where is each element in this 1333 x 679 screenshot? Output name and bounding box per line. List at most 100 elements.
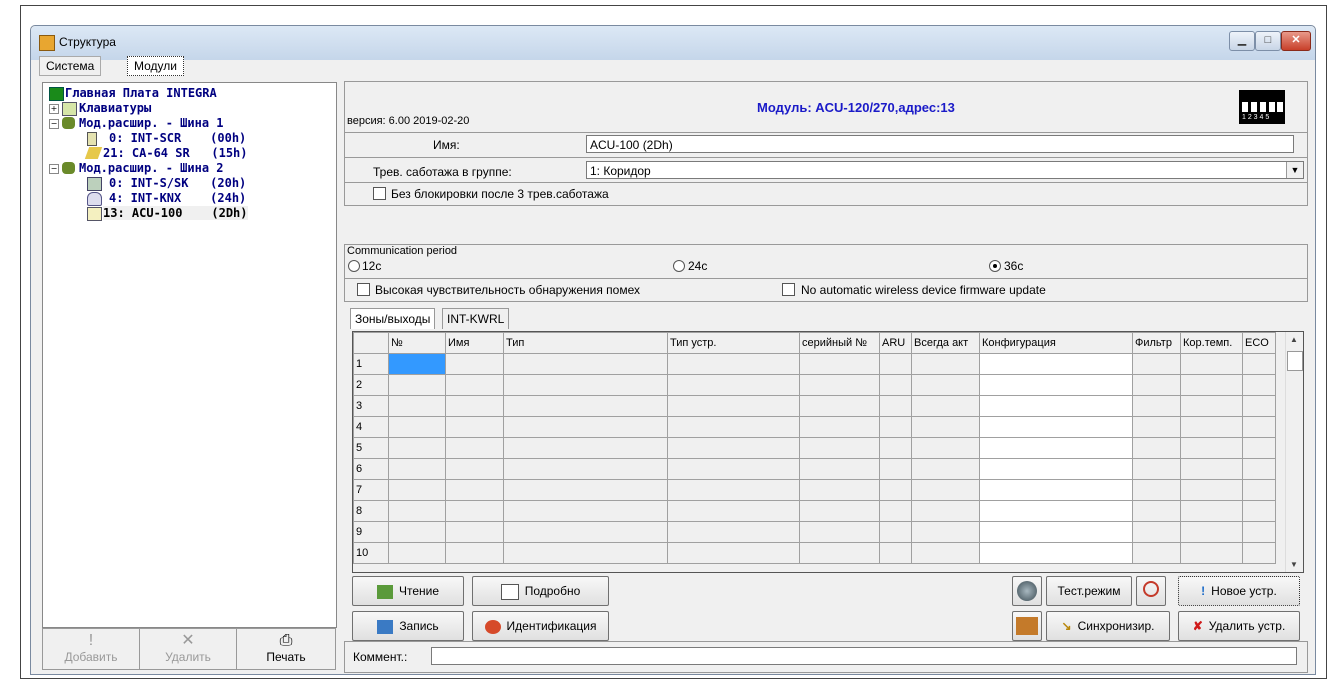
- col-header-eco[interactable]: ECO: [1242, 332, 1276, 354]
- grid-cell[interactable]: [388, 437, 446, 459]
- grid-cell[interactable]: [667, 395, 800, 417]
- grid-cell[interactable]: [503, 395, 668, 417]
- no-fw-update-checkbox[interactable]: [782, 283, 795, 296]
- grid-cell[interactable]: [667, 542, 800, 564]
- grid-cell[interactable]: [1132, 374, 1181, 396]
- grid-cell[interactable]: [799, 479, 880, 501]
- grid-cell[interactable]: [979, 416, 1133, 438]
- grid-cell[interactable]: [911, 395, 980, 417]
- grid-cell[interactable]: [667, 353, 800, 375]
- tree-node-ca64-sr[interactable]: 21: CA-64 SR (15h): [103, 146, 248, 160]
- table-row[interactable]: 8: [353, 500, 1276, 522]
- grid-cell[interactable]: [911, 416, 980, 438]
- grid-cell[interactable]: [388, 521, 446, 543]
- grid-cell[interactable]: [1180, 374, 1243, 396]
- table-row[interactable]: 7: [353, 479, 1276, 501]
- grid-cell[interactable]: [388, 479, 446, 501]
- col-header-always-active[interactable]: Всегда акт: [911, 332, 980, 354]
- grid-cell[interactable]: [879, 500, 912, 522]
- col-header-config[interactable]: Конфигурация: [979, 332, 1133, 354]
- grid-cell[interactable]: [1180, 521, 1243, 543]
- grid-cell[interactable]: [445, 458, 504, 480]
- maximize-button[interactable]: □: [1255, 31, 1281, 51]
- tamper-group-select[interactable]: 1: Коридор ▼: [586, 161, 1304, 179]
- grid-cell[interactable]: [799, 500, 880, 522]
- grid-cell[interactable]: [879, 542, 912, 564]
- table-row[interactable]: 2: [353, 374, 1276, 396]
- grid-cell[interactable]: [979, 521, 1133, 543]
- radio-12c[interactable]: [348, 260, 360, 272]
- name-input[interactable]: ACU-100 (2Dh): [586, 135, 1294, 153]
- grid-cell[interactable]: [445, 353, 504, 375]
- grid-cell[interactable]: [879, 353, 912, 375]
- table-row[interactable]: 3: [353, 395, 1276, 417]
- add-button[interactable]: ! Добавить: [42, 628, 140, 670]
- no-block-checkbox[interactable]: [373, 187, 386, 200]
- grid-cell[interactable]: [979, 437, 1133, 459]
- grid-cell[interactable]: [667, 479, 800, 501]
- grid-cell[interactable]: [503, 479, 668, 501]
- grid-cell[interactable]: [1242, 521, 1276, 543]
- grid-cell[interactable]: [979, 458, 1133, 480]
- collapse-icon[interactable]: −: [49, 119, 59, 129]
- grid-cell[interactable]: [979, 479, 1133, 501]
- grid-cell[interactable]: [1180, 353, 1243, 375]
- grid-cell[interactable]: [911, 353, 980, 375]
- col-header-device-type[interactable]: Тип устр.: [667, 332, 800, 354]
- grid-cell[interactable]: [1132, 458, 1181, 480]
- tree-node-keypads[interactable]: Клавиатуры: [79, 101, 151, 115]
- close-button[interactable]: ✕: [1281, 31, 1311, 51]
- grid-cell[interactable]: [979, 374, 1133, 396]
- col-header-name[interactable]: Имя: [445, 332, 504, 354]
- grid-cell[interactable]: [445, 395, 504, 417]
- grid-cell[interactable]: [1132, 500, 1181, 522]
- grid-cell[interactable]: [503, 374, 668, 396]
- grid-cell[interactable]: [388, 542, 446, 564]
- col-header-temp-corr[interactable]: Кор.темп.: [1180, 332, 1243, 354]
- grid-cell[interactable]: [799, 542, 880, 564]
- grid-cell[interactable]: [388, 374, 446, 396]
- grid-cell[interactable]: [879, 458, 912, 480]
- grid-cell[interactable]: [1242, 374, 1276, 396]
- tree-node-int-scr[interactable]: 0: INT-SCR (00h): [109, 131, 246, 145]
- grid-cell[interactable]: [879, 374, 912, 396]
- grid-cell[interactable]: [911, 479, 980, 501]
- grid-cell[interactable]: [503, 437, 668, 459]
- grid-cell[interactable]: [445, 500, 504, 522]
- high-sensitivity-checkbox[interactable]: [357, 283, 370, 296]
- grid-cell[interactable]: [799, 353, 880, 375]
- grid-cell[interactable]: [503, 521, 668, 543]
- grid-cell[interactable]: [1242, 479, 1276, 501]
- grid-cell[interactable]: [667, 437, 800, 459]
- grid-cell[interactable]: [911, 500, 980, 522]
- grid-cell[interactable]: [1242, 437, 1276, 459]
- scroll-up-icon[interactable]: ▲: [1290, 335, 1298, 344]
- table-row[interactable]: 10: [353, 542, 1276, 564]
- table-row[interactable]: 6: [353, 458, 1276, 480]
- comment-input[interactable]: [431, 647, 1297, 665]
- grid-cell[interactable]: [1132, 479, 1181, 501]
- grid-cell[interactable]: [1242, 353, 1276, 375]
- grid-cell[interactable]: [503, 542, 668, 564]
- expand-icon[interactable]: +: [49, 104, 59, 114]
- grid-cell[interactable]: [879, 395, 912, 417]
- col-header-type[interactable]: Тип: [503, 332, 668, 354]
- test-mode-indicator[interactable]: [1012, 576, 1042, 606]
- print-button[interactable]: ⎙ Печать: [236, 628, 336, 670]
- tab-modules[interactable]: Модули: [127, 56, 184, 76]
- grid-cell[interactable]: [911, 521, 980, 543]
- grid-cell[interactable]: [979, 395, 1133, 417]
- identify-button[interactable]: Идентификация: [472, 611, 609, 641]
- grid-cell[interactable]: [1180, 479, 1243, 501]
- grid-cell[interactable]: [1242, 500, 1276, 522]
- sync-button[interactable]: ↘ Синхронизир.: [1046, 611, 1170, 641]
- test-mode-button[interactable]: Тест.режим: [1046, 576, 1132, 606]
- grid-cell[interactable]: [445, 542, 504, 564]
- grid-cell[interactable]: [799, 416, 880, 438]
- delete-device-button[interactable]: ✘ Удалить устр.: [1178, 611, 1300, 641]
- grid-cell[interactable]: [879, 437, 912, 459]
- table-row[interactable]: 5: [353, 437, 1276, 459]
- grid-cell[interactable]: [503, 416, 668, 438]
- grid-cell[interactable]: [879, 521, 912, 543]
- grid-cell[interactable]: [911, 542, 980, 564]
